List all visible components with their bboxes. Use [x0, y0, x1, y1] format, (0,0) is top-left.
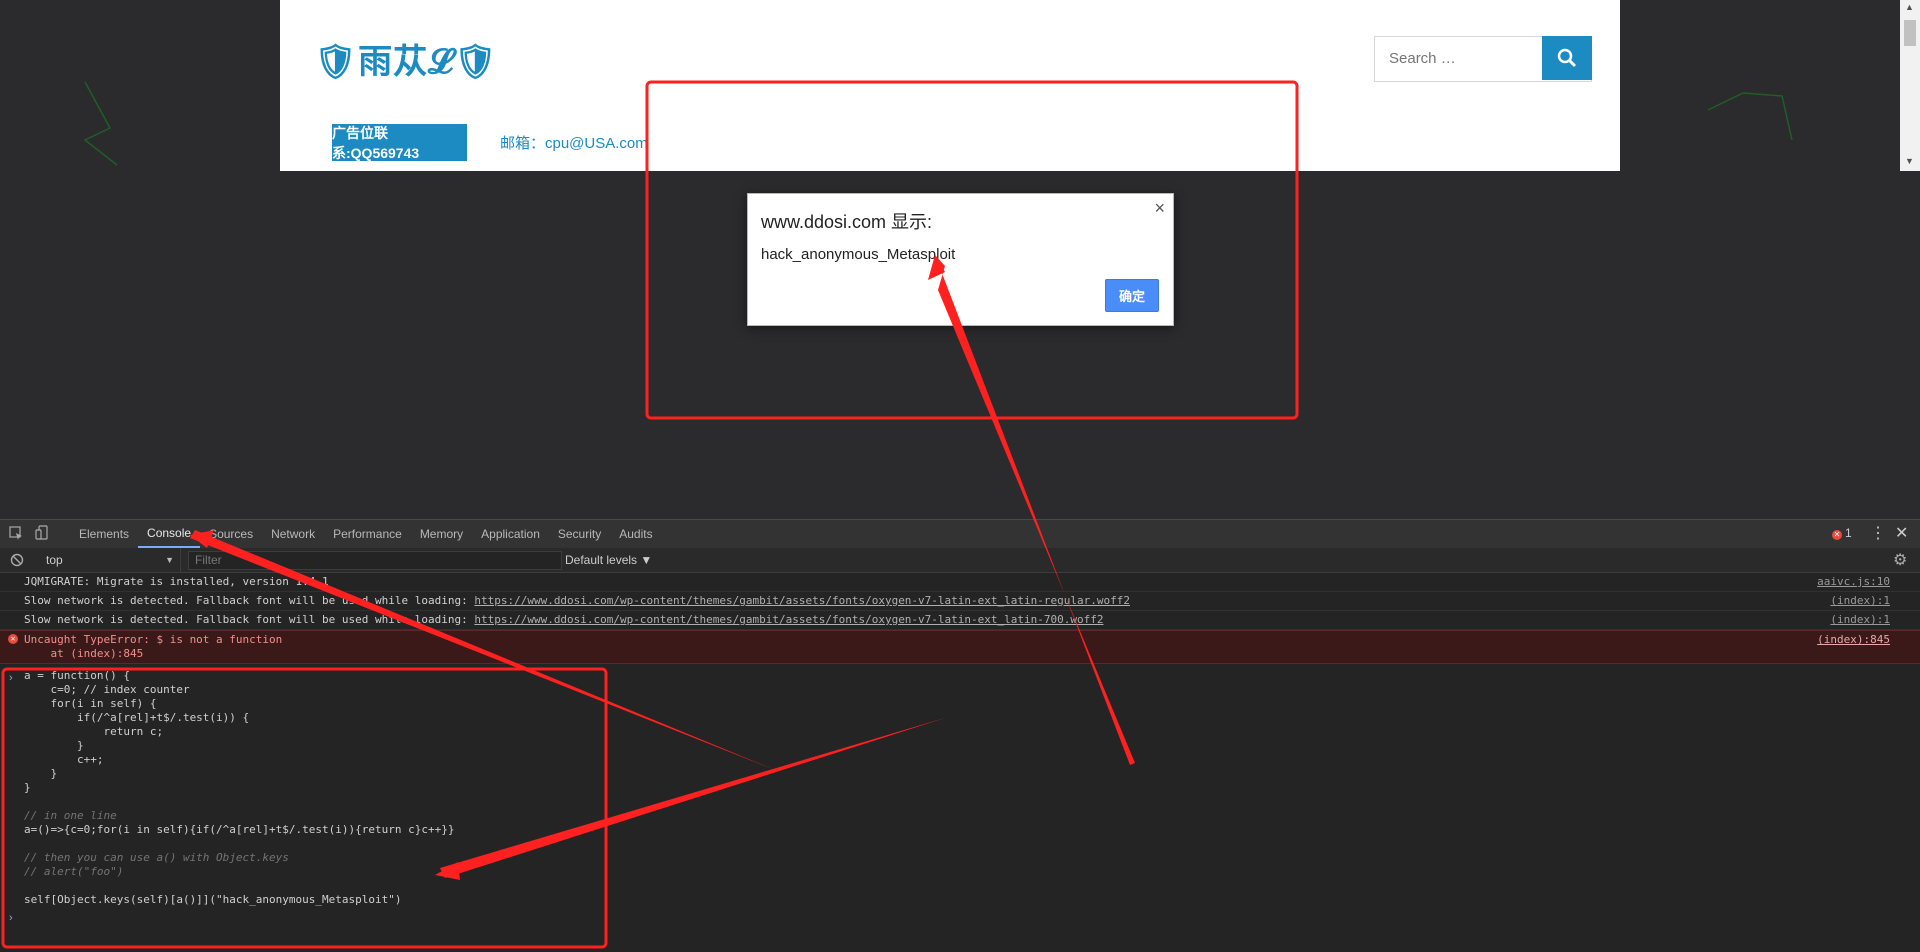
- console-message: JQMIGRATE: Migrate is installed, version…: [0, 573, 1920, 592]
- code-comment: // in one line: [24, 809, 117, 822]
- error-counter[interactable]: ✕ 1: [1832, 526, 1852, 540]
- source-link[interactable]: (index):1: [1830, 613, 1890, 626]
- error-location[interactable]: at (index):845: [24, 647, 143, 660]
- close-icon[interactable]: ×: [1154, 198, 1165, 219]
- page-scrollbar[interactable]: ▲ ▼: [1900, 0, 1920, 171]
- scroll-down-icon[interactable]: ▼: [1905, 156, 1914, 166]
- search-input[interactable]: [1375, 37, 1563, 79]
- code-line: for(i in self) {: [24, 697, 157, 710]
- context-label: top: [46, 553, 63, 567]
- email-link[interactable]: 邮箱：cpu@USA.com: [500, 132, 648, 153]
- tab-application[interactable]: Application: [472, 520, 549, 548]
- clear-console-icon[interactable]: [10, 553, 24, 567]
- console-message: Slow network is detected. Fallback font …: [0, 611, 1920, 630]
- tab-audits[interactable]: Audits: [610, 520, 661, 548]
- font-url-link[interactable]: https://www.ddosi.com/wp-content/themes/…: [474, 594, 1130, 607]
- code-line: a = function() {: [24, 669, 130, 682]
- dialog-message: hack_anonymous_Metasploit: [761, 246, 956, 263]
- code-line: c=0; // index counter: [24, 683, 190, 696]
- gear-icon[interactable]: ⚙: [1893, 550, 1907, 570]
- error-icon: ✕: [1832, 530, 1842, 540]
- code-comment: // alert("foo"): [24, 865, 124, 878]
- code-line: return c;: [24, 725, 164, 738]
- input-prompt-icon: ›: [9, 672, 13, 684]
- tab-performance[interactable]: Performance: [324, 520, 411, 548]
- console-filter-bar: top ▼ Filter Default levels ▼ ⚙: [0, 548, 1920, 573]
- site-logo[interactable]: 🛡雨苁𝓛🛡: [314, 34, 498, 83]
- error-icon: ✕: [8, 634, 18, 644]
- search-button[interactable]: [1542, 36, 1592, 80]
- log-levels-dropdown[interactable]: Default levels ▼: [565, 548, 652, 572]
- inspect-element-icon[interactable]: [8, 525, 24, 541]
- tab-memory[interactable]: Memory: [411, 520, 472, 548]
- context-selector[interactable]: top ▼: [38, 548, 181, 572]
- code-line: }: [24, 781, 31, 794]
- console-input-prompt[interactable]: ›: [9, 912, 13, 924]
- search-icon: [1557, 48, 1577, 68]
- message-text: JQMIGRATE: Migrate is installed, version…: [24, 575, 329, 588]
- console-command: a = function() { c=0; // index counter f…: [24, 669, 454, 907]
- error-text: Uncaught TypeError: $ is not a function: [24, 633, 283, 646]
- ad-contact-button[interactable]: 广告位联系:QQ569743: [332, 124, 467, 161]
- code-line: self[Object.keys(self)[a()]]("hack_anony…: [24, 893, 402, 906]
- alert-dialog: www.ddosi.com 显示: × hack_anonymous_Metas…: [747, 193, 1174, 326]
- code-line: }: [24, 767, 58, 780]
- devtools-tabs: Elements Console Sources Network Perform…: [70, 520, 662, 548]
- code-comment: // then you can use a() with Object.keys: [24, 851, 289, 864]
- code-line: a=()=>{c=0;for(i in self){if(/^a[rel]+t$…: [24, 823, 455, 836]
- chevron-down-icon: ▼: [165, 555, 174, 565]
- error-count: 1: [1845, 526, 1852, 540]
- tab-sources[interactable]: Sources: [200, 520, 262, 548]
- message-text: Slow network is detected. Fallback font …: [24, 613, 475, 626]
- source-link[interactable]: (index):845: [1817, 633, 1890, 646]
- message-text: Slow network is detected. Fallback font …: [24, 594, 475, 607]
- source-link[interactable]: (index):1: [1830, 594, 1890, 607]
- tab-elements[interactable]: Elements: [70, 520, 138, 548]
- ok-button[interactable]: 确定: [1105, 279, 1159, 312]
- code-line: if(/^a[rel]+t$/.test(i)) {: [24, 711, 250, 724]
- tab-network[interactable]: Network: [262, 520, 324, 548]
- device-toolbar-icon[interactable]: [34, 525, 50, 541]
- scroll-up-icon[interactable]: ▲: [1905, 2, 1914, 12]
- devtools-toolbar: Elements Console Sources Network Perform…: [0, 519, 1920, 549]
- font-url-link[interactable]: https://www.ddosi.com/wp-content/themes/…: [474, 613, 1103, 626]
- console-error: ✕ Uncaught TypeError: $ is not a functio…: [0, 630, 1920, 664]
- close-devtools-icon[interactable]: ✕: [1895, 523, 1908, 543]
- browser-viewport: 🛡雨苁𝓛🛡 广告位联系:QQ569743 邮箱：cpu@USA.com ▲ ▼ …: [0, 0, 1920, 519]
- scrollbar-thumb[interactable]: [1904, 20, 1916, 46]
- dialog-title: www.ddosi.com 显示:: [761, 212, 933, 232]
- more-options-icon[interactable]: ⋮: [1870, 523, 1886, 543]
- tab-security[interactable]: Security: [549, 520, 610, 548]
- tab-console[interactable]: Console: [138, 520, 201, 548]
- code-line: c++;: [24, 753, 104, 766]
- search-form: [1374, 36, 1592, 82]
- website-header: 🛡雨苁𝓛🛡 广告位联系:QQ569743 邮箱：cpu@USA.com: [280, 0, 1620, 171]
- source-link[interactable]: aaivc.js:10: [1817, 575, 1890, 588]
- filter-input[interactable]: Filter: [188, 551, 562, 570]
- code-line: }: [24, 739, 84, 752]
- console-message: Slow network is detected. Fallback font …: [0, 592, 1920, 611]
